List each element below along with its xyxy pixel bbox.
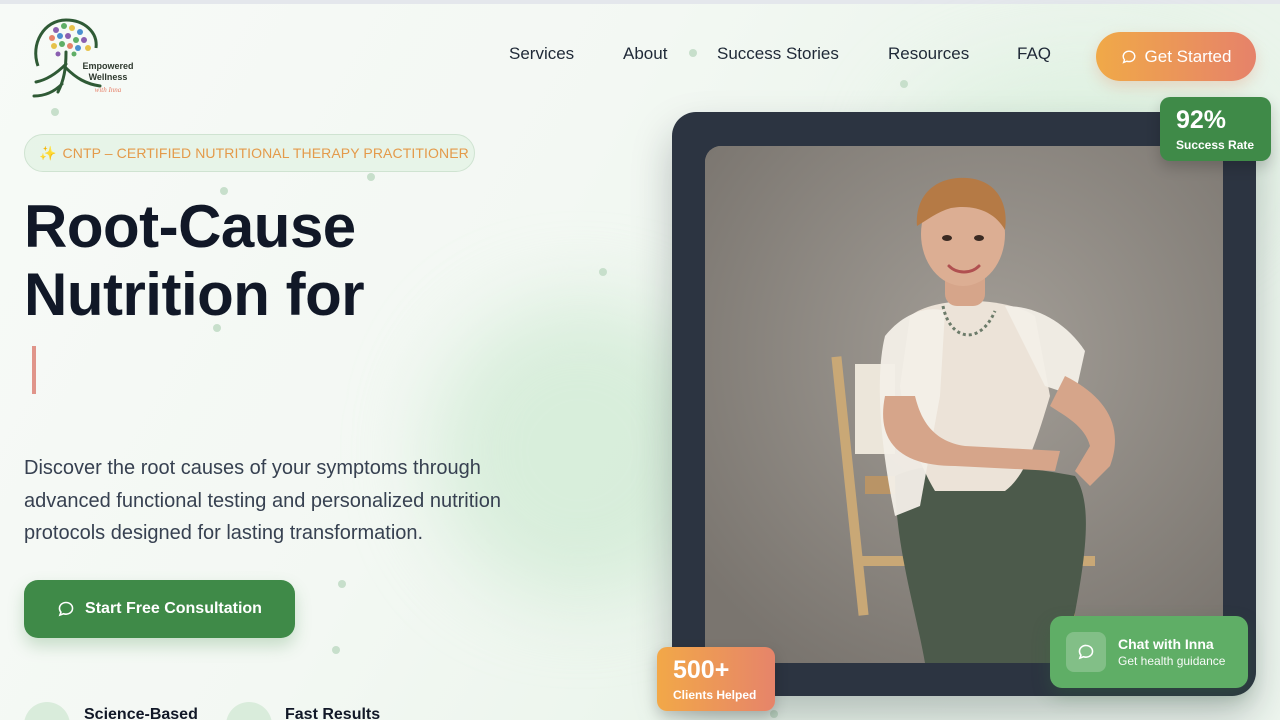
brand-name-line: Empowered xyxy=(82,61,133,71)
decorative-dot xyxy=(900,80,908,88)
hero-title-line-1: Root-Cause xyxy=(24,193,356,260)
portrait-illustration xyxy=(705,146,1223,663)
brand-logo[interactable]: Empowered Wellness with Inna xyxy=(26,14,144,102)
nav-faq[interactable]: FAQ xyxy=(1017,44,1051,68)
chat-bubble-icon xyxy=(58,601,74,617)
certification-badge: ✨ CNTP – CERTIFIED NUTRITIONAL THERAPY P… xyxy=(24,134,475,172)
success-rate-value: 92% xyxy=(1176,106,1227,134)
clients-helped-card: 500+ Clients Helped xyxy=(657,647,775,711)
chat-bubble-icon xyxy=(1121,49,1136,64)
tree-logo-icon: Empowered Wellness with Inna xyxy=(32,18,134,98)
nav-success-stories[interactable]: Success Stories xyxy=(717,44,839,68)
clients-helped-label: Clients Helped xyxy=(673,688,757,702)
decorative-dot xyxy=(689,49,697,57)
typing-caret xyxy=(32,346,36,394)
feature-science-based: Science-Based xyxy=(84,706,198,720)
chat-widget[interactable]: Chat with Inna Get health guidance xyxy=(1050,616,1248,688)
nav-services[interactable]: Services xyxy=(509,44,574,68)
get-started-label: Get Started xyxy=(1144,46,1232,66)
decorative-dot xyxy=(332,646,340,654)
decorative-dot xyxy=(367,173,375,181)
nav-resources[interactable]: Resources xyxy=(888,44,969,68)
sparkle-icon: ✨ xyxy=(39,144,57,161)
hero-title-line-2: Nutrition for xyxy=(24,261,365,328)
success-rate-label: Success Rate xyxy=(1176,138,1255,152)
brand-name-line: Wellness xyxy=(89,72,128,82)
decorative-dot xyxy=(51,108,59,116)
start-consultation-button[interactable]: Start Free Consultation xyxy=(24,580,295,638)
chat-title: Chat with Inna xyxy=(1118,636,1214,652)
nav-about[interactable]: About xyxy=(623,44,667,68)
lightning-icon xyxy=(226,702,272,720)
brand-name-line: with Inna xyxy=(95,86,122,94)
decorative-dot xyxy=(338,580,346,588)
practitioner-photo xyxy=(705,146,1223,663)
success-rate-card: 92% Success Rate xyxy=(1160,97,1271,161)
chat-subtitle: Get health guidance xyxy=(1118,654,1226,668)
science-icon xyxy=(24,702,70,720)
get-started-button[interactable]: Get Started xyxy=(1096,32,1256,81)
feature-fast-results: Fast Results xyxy=(285,706,381,720)
certification-text: CNTP – CERTIFIED NUTRITIONAL THERAPY PRA… xyxy=(62,145,469,161)
decorative-dot xyxy=(599,268,607,276)
top-border xyxy=(0,0,1280,4)
start-consultation-label: Start Free Consultation xyxy=(85,600,262,617)
chat-bubble-icon xyxy=(1066,632,1106,672)
hero-description: Discover the root causes of your symptom… xyxy=(24,457,501,544)
clients-helped-value: 500+ xyxy=(673,656,730,684)
decorative-dot xyxy=(770,710,778,718)
